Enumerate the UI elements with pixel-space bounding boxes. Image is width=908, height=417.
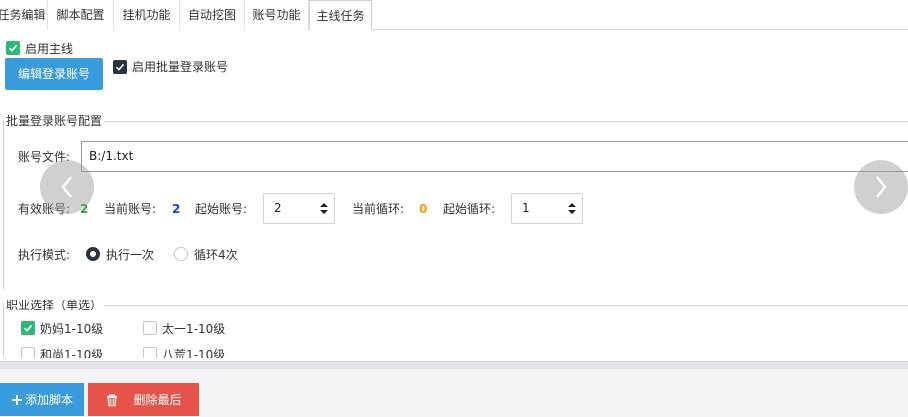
tab-mainline-task[interactable]: 主线任务 xyxy=(309,0,372,31)
start-loop-label: 起始循环: xyxy=(443,202,496,216)
job-group-border-left xyxy=(3,305,4,358)
check-icon xyxy=(115,63,125,71)
job-taiyi-label: 太一1-10级 xyxy=(162,322,226,336)
add-script-button[interactable]: 添加脚本 xyxy=(0,383,84,416)
plus-icon xyxy=(11,394,22,405)
tab-script-config[interactable]: 脚本配置 xyxy=(48,0,114,30)
prev-nav-button[interactable] xyxy=(40,160,94,214)
account-file-input[interactable]: B:/1.txt xyxy=(81,141,908,172)
chevron-right-icon xyxy=(876,176,887,198)
enable-mainline-label: 启用主线 xyxy=(25,42,74,56)
job-bahuang-label: 八荒1-10级 xyxy=(162,348,226,358)
job-nurse-label: 奶妈1-10级 xyxy=(40,322,104,336)
check-icon xyxy=(23,324,33,332)
add-script-label: 添加脚本 xyxy=(24,393,73,407)
tab-task-edit[interactable]: 任务编辑 xyxy=(0,0,48,30)
job-nurse-checkbox[interactable] xyxy=(21,321,35,335)
exec-once-label: 执行一次 xyxy=(106,248,155,262)
job-bahuang-checkbox[interactable] xyxy=(143,347,157,358)
exec-once-radio[interactable] xyxy=(86,247,100,261)
delete-last-button[interactable]: 删除最后 xyxy=(88,383,199,416)
start-account-label: 起始账号: xyxy=(195,202,248,216)
delete-last-label: 删除最后 xyxy=(133,393,182,407)
spinner-arrows-icon[interactable] xyxy=(320,202,328,215)
spinner-arrows-icon[interactable] xyxy=(568,202,576,215)
exec-mode-label: 执行模式: xyxy=(18,248,71,262)
current-account-value: 2 xyxy=(172,202,181,216)
loop-4-label: 循环4次 xyxy=(194,248,238,262)
batch-group-border-top xyxy=(3,121,908,122)
loop-4-radio[interactable] xyxy=(174,247,188,261)
check-icon xyxy=(8,44,18,52)
start-account-spinner[interactable]: 2 xyxy=(263,193,335,224)
start-loop-value: 1 xyxy=(522,201,530,215)
start-loop-spinner[interactable]: 1 xyxy=(511,193,583,224)
tab-idle-function[interactable]: 挂机功能 xyxy=(114,0,180,30)
next-nav-button[interactable] xyxy=(854,160,908,214)
scroll-strip[interactable] xyxy=(0,361,908,369)
batch-group-title: 批量登录账号配置 xyxy=(4,114,105,128)
job-taiyi-checkbox[interactable] xyxy=(143,321,157,335)
start-account-value: 2 xyxy=(274,201,282,215)
enable-batch-login-label: 启用批量登录账号 xyxy=(132,60,229,74)
tab-account-function[interactable]: 账号功能 xyxy=(245,0,309,30)
tab-bar: 任务编辑 脚本配置 挂机功能 自动挖图 账号功能 主线任务 xyxy=(0,0,908,31)
job-group-border-top xyxy=(3,305,908,306)
current-loop-value: 0 xyxy=(419,202,428,216)
job-monk-label: 和尚1-10级 xyxy=(40,348,104,358)
job-group: 职业选择（单选） 奶妈1-10级 太一1-10级 和尚1-10级 八荒1-10级 xyxy=(0,300,908,358)
current-account-label: 当前账号: xyxy=(104,202,157,216)
enable-mainline-checkbox[interactable] xyxy=(6,41,20,55)
chevron-left-icon xyxy=(61,176,72,198)
trash-icon xyxy=(107,393,118,406)
edit-login-account-button[interactable]: 编辑登录账号 xyxy=(5,58,103,90)
job-monk-checkbox[interactable] xyxy=(21,347,35,358)
batch-group-border-left xyxy=(3,121,4,289)
current-loop-label: 当前循环: xyxy=(352,202,405,216)
enable-batch-login-checkbox[interactable] xyxy=(113,60,127,74)
job-group-title: 职业选择（单选） xyxy=(4,300,105,312)
tab-auto-dig[interactable]: 自动挖图 xyxy=(180,0,245,30)
